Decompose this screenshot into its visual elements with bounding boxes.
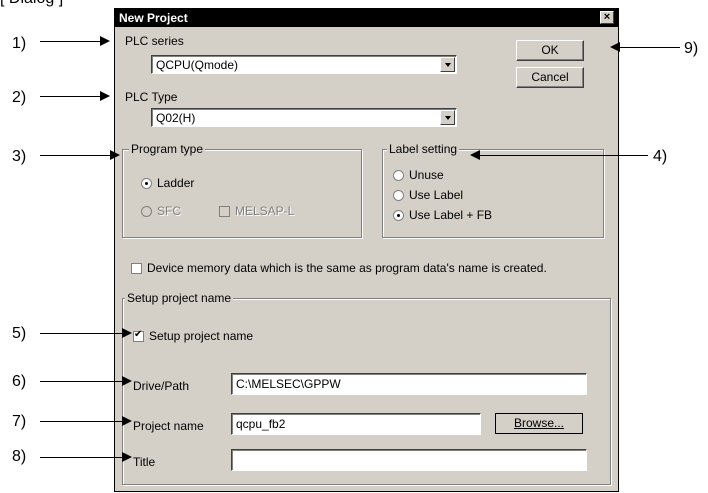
setup-project-label: Setup project name <box>149 329 254 343</box>
ladder-radio[interactable] <box>141 178 152 189</box>
new-project-dialog: New Project × PLC series QCPU(Qmode) PLC… <box>114 8 619 492</box>
callout-7-arrow <box>40 421 124 422</box>
plc-series-value: QCPU(Qmode) <box>156 58 239 72</box>
use-label-radio[interactable] <box>393 190 404 201</box>
callout-4-arrowhead <box>470 150 480 160</box>
callout-4: 4) <box>653 148 668 165</box>
close-icon[interactable]: × <box>600 11 614 24</box>
callout-7-arrowhead <box>122 416 132 426</box>
sfc-radio[interactable] <box>141 206 152 217</box>
label-setting-group: Label setting Unuse Use Label Use Label … <box>382 142 604 238</box>
use-label-label: Use Label <box>409 188 464 202</box>
sfc-label: SFC <box>157 204 181 218</box>
callout-2-arrowhead <box>100 91 110 101</box>
callout-6-arrow <box>40 381 124 382</box>
ok-button[interactable]: OK <box>516 40 584 61</box>
plc-series-select[interactable]: QCPU(Qmode) <box>151 55 457 74</box>
browse-button[interactable]: Browse... <box>495 413 583 434</box>
page-heading: [ Dialog ] <box>0 0 63 8</box>
callout-1: 1) <box>12 35 27 52</box>
project-name-input[interactable]: qcpu_fb2 <box>231 413 481 435</box>
melsap-checkbox[interactable] <box>219 206 230 217</box>
setup-project-title: Setup project name <box>125 291 234 305</box>
callout-8-arrow <box>40 457 124 458</box>
program-type-group: Program type Ladder SFC MELSAP-L <box>122 142 362 238</box>
callout-2-arrow <box>40 96 100 97</box>
callout-9: 9) <box>684 40 699 57</box>
callout-5-arrow <box>40 333 124 334</box>
callout-1-arrowhead <box>100 36 110 46</box>
unuse-radio[interactable] <box>393 170 404 181</box>
cancel-button[interactable]: Cancel <box>516 67 584 88</box>
title-label: Title <box>133 455 156 469</box>
callout-9-arrow <box>618 47 680 48</box>
device-memory-label: Device memory data which is the same as … <box>147 261 547 275</box>
plc-type-select[interactable]: Q02(H) <box>151 108 457 127</box>
title-input[interactable] <box>231 449 587 471</box>
callout-3-arrowhead <box>110 150 120 160</box>
callout-3: 3) <box>12 148 27 165</box>
callout-7: 7) <box>12 413 27 430</box>
unuse-label: Unuse <box>409 168 444 182</box>
browse-label: Browse... <box>513 416 564 430</box>
callout-8-arrowhead <box>122 452 132 462</box>
callout-2: 2) <box>12 89 27 106</box>
chevron-down-icon[interactable] <box>440 110 455 125</box>
callout-6-arrowhead <box>122 376 132 386</box>
use-label-fb-radio[interactable] <box>393 210 404 221</box>
plc-series-label: PLC series <box>125 34 184 48</box>
callout-6: 6) <box>12 373 27 390</box>
device-memory-checkbox[interactable] <box>131 263 142 274</box>
program-type-title: Program type <box>129 142 206 156</box>
setup-project-group: Setup project name Setup project name Dr… <box>122 291 611 485</box>
callout-9-arrowhead <box>610 42 620 52</box>
callout-3-arrow <box>40 155 112 156</box>
ladder-label: Ladder <box>157 176 195 190</box>
use-label-fb-label: Use Label + FB <box>409 208 493 222</box>
project-name-label: Project name <box>133 419 204 433</box>
callout-5: 5) <box>12 325 27 342</box>
callout-4-arrow <box>478 155 648 156</box>
dialog-title: New Project <box>119 11 188 25</box>
dialog-titlebar[interactable]: New Project × <box>115 9 618 27</box>
plc-type-label: PLC Type <box>125 90 178 104</box>
drive-path-input[interactable]: C:\MELSEC\GPPW <box>231 373 587 395</box>
callout-1-arrow <box>40 41 100 42</box>
callout-8: 8) <box>12 448 27 465</box>
melsap-label: MELSAP-L <box>235 204 295 218</box>
callout-5-arrowhead <box>122 328 132 338</box>
plc-type-value: Q02(H) <box>156 111 196 125</box>
setup-project-checkbox[interactable] <box>133 329 144 342</box>
chevron-down-icon[interactable] <box>440 57 455 72</box>
label-setting-title: Label setting <box>387 142 460 156</box>
drive-path-label: Drive/Path <box>133 379 190 393</box>
